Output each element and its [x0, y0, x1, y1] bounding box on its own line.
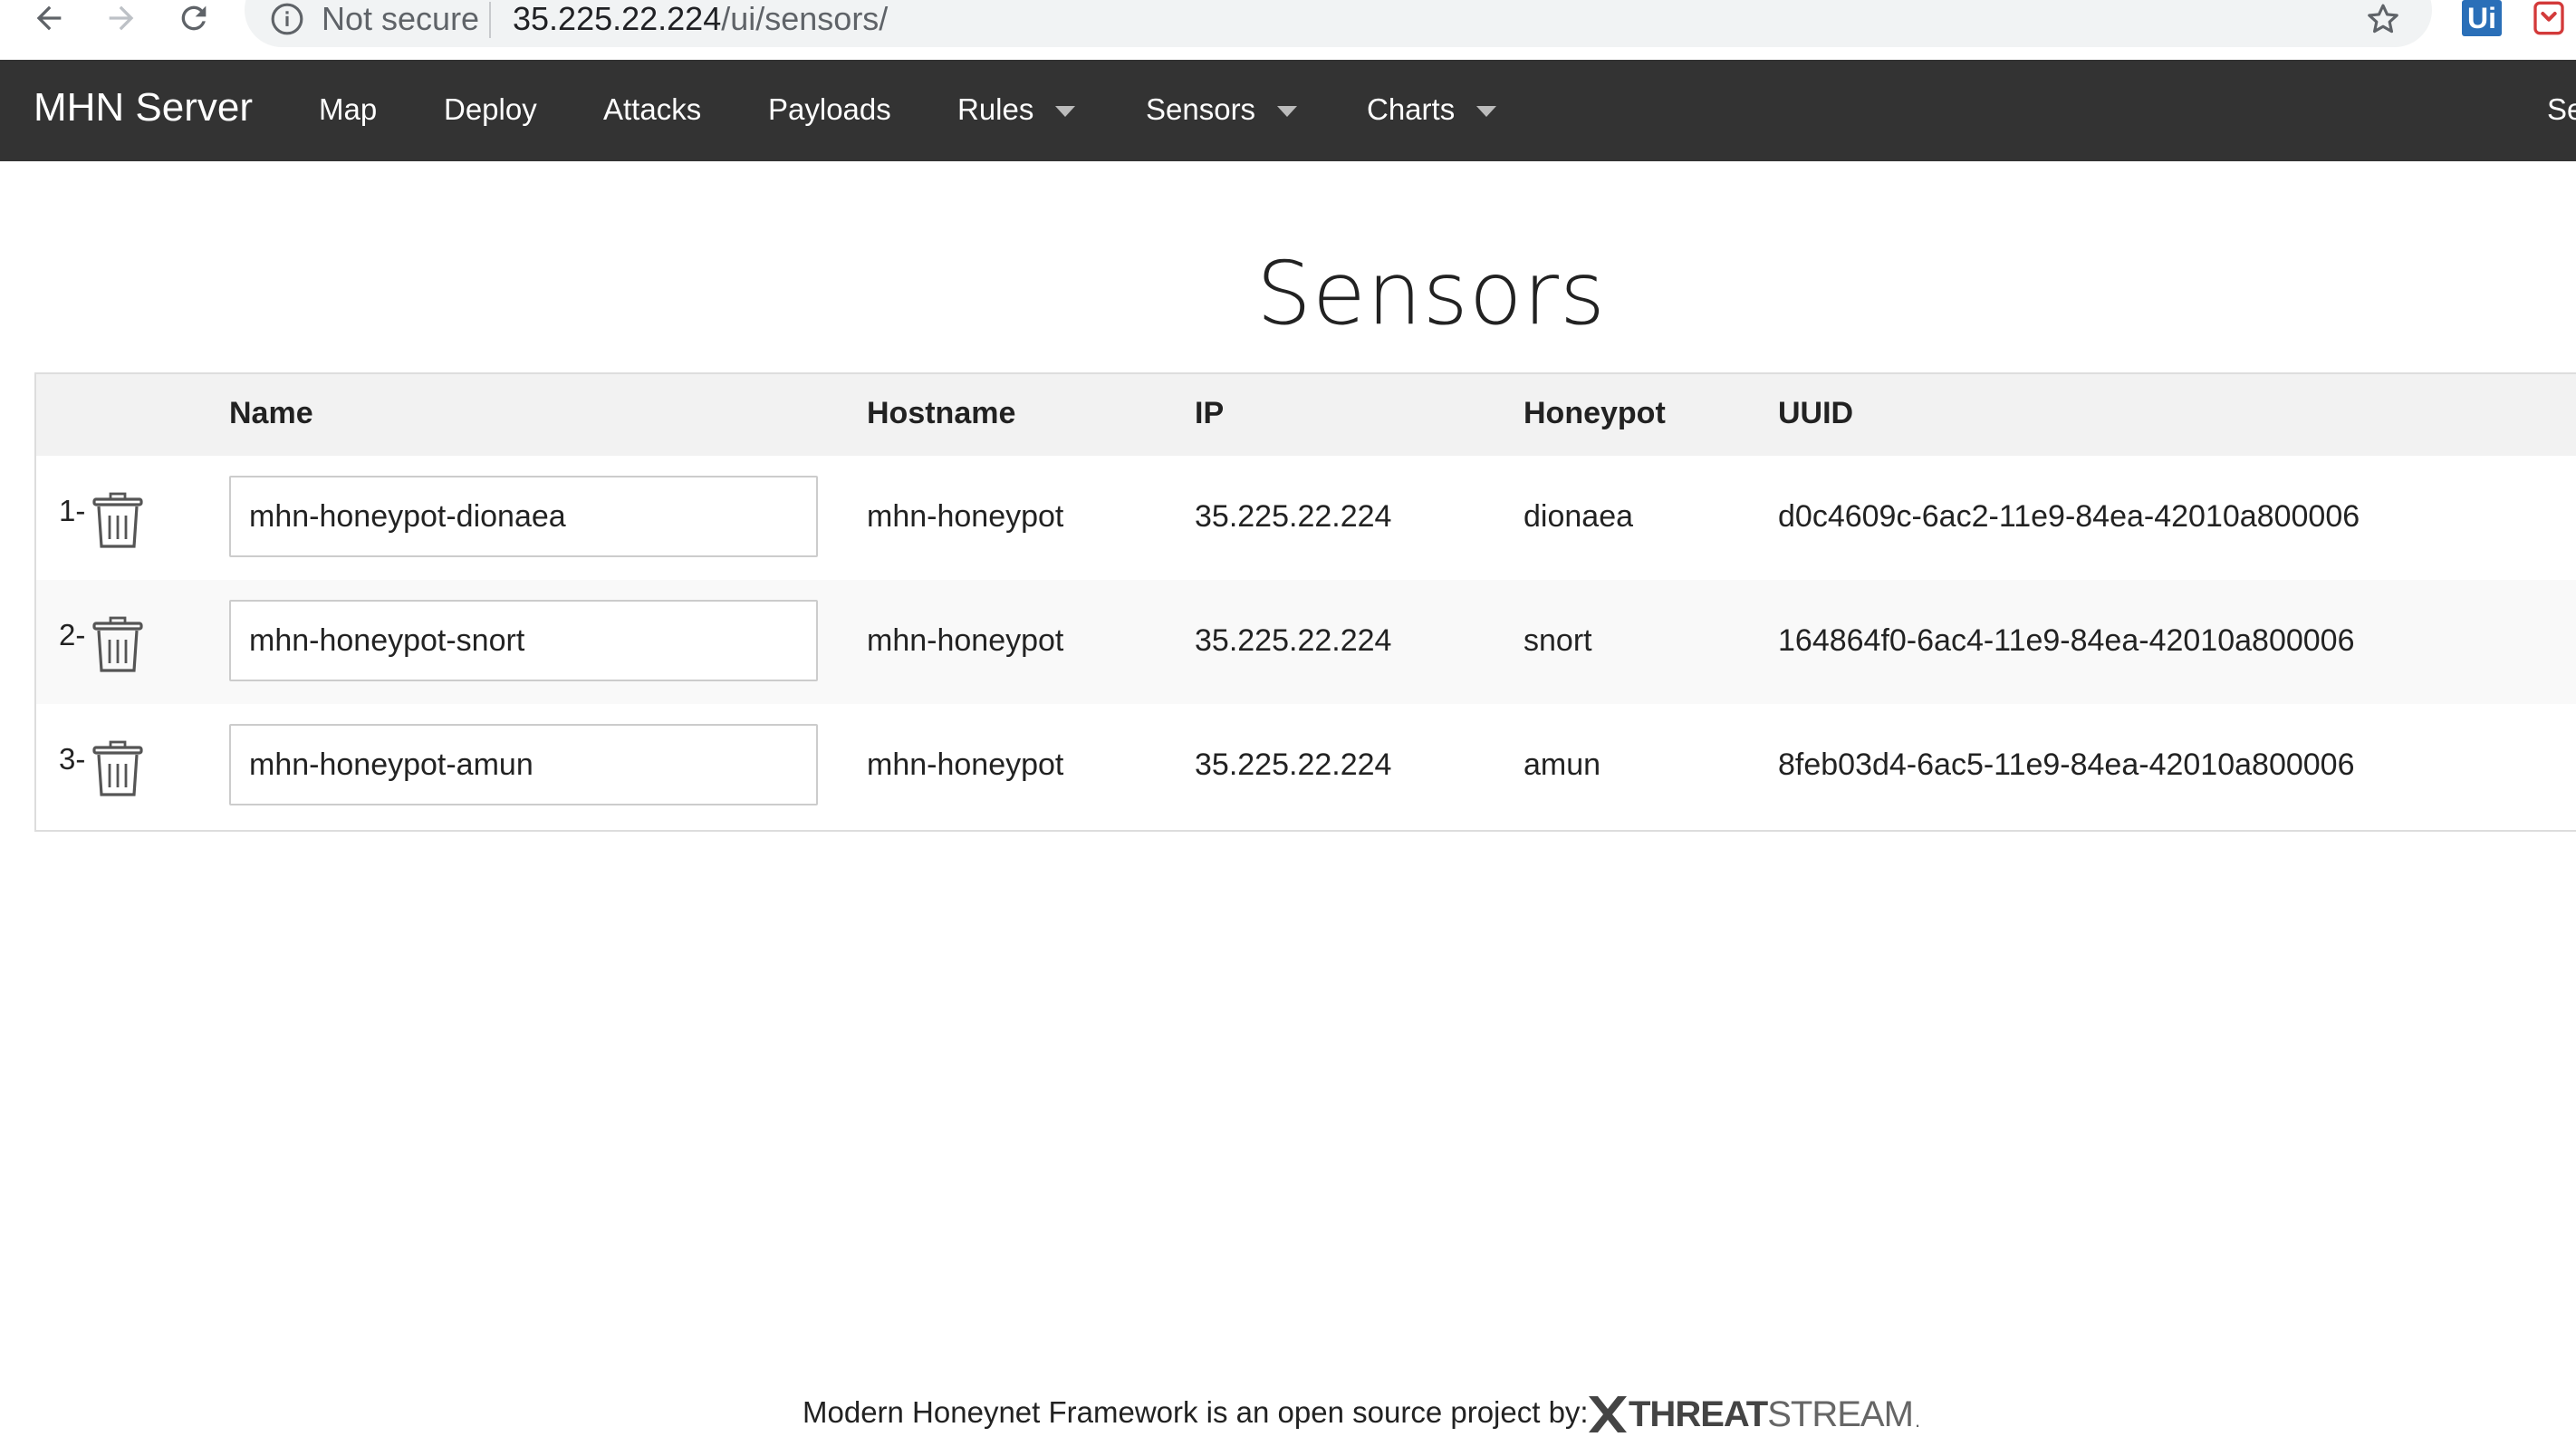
trash-icon[interactable] [92, 740, 143, 796]
address-separator [489, 2, 491, 38]
trash-icon[interactable] [92, 492, 143, 548]
sensor-name-input[interactable] [229, 476, 818, 557]
ip-cell: 35.225.22.224 [1195, 499, 1392, 534]
row-index: 3- [59, 742, 86, 776]
back-button[interactable] [25, 0, 72, 36]
hostname-cell: mhn-honeypot [867, 499, 1064, 534]
url-host: 35.225.22.224 [513, 0, 722, 37]
caret-down-icon [1476, 106, 1497, 117]
arrow-right-icon [109, 5, 134, 31]
logo-dot-text: . [1914, 1409, 1921, 1432]
page-title: Sensors [1255, 243, 1607, 344]
nav-item-label: Payloads [768, 92, 891, 126]
reload-icon [181, 5, 207, 31]
bookmark-star-icon[interactable] [2364, 0, 2402, 38]
column-header-ip: IP [1195, 396, 1225, 430]
nav-item-label: Rules [957, 92, 1034, 126]
trash-icon[interactable] [92, 616, 143, 672]
nav-item-charts[interactable]: Charts [1367, 92, 1497, 127]
reload-button[interactable] [170, 0, 217, 36]
url-text[interactable]: 35.225.22.224/ui/sensors/ [513, 0, 888, 38]
row-index: 2- [59, 618, 86, 651]
nav-item-attacks[interactable]: Attacks [603, 92, 701, 127]
forward-button[interactable] [98, 0, 145, 36]
info-icon[interactable] [270, 2, 304, 36]
pocket-extension-button[interactable] [2529, 0, 2569, 36]
nav-item-label: Attacks [603, 92, 702, 126]
logo-threat-text: THREAT [1629, 1394, 1768, 1434]
caret-down-icon [1277, 106, 1298, 117]
sensor-name-input[interactable] [229, 600, 818, 681]
address-bar[interactable]: Not secure 35.225.22.224/ui/sensors/ [245, 0, 2432, 47]
nav-item-label: Map [319, 92, 378, 126]
pocket-icon [2533, 1, 2564, 35]
browser-toolbar: Not secure 35.225.22.224/ui/sensors/ Ui [0, 0, 2576, 59]
ip-cell: 35.225.22.224 [1195, 623, 1392, 658]
nav-item-truncated[interactable]: Se [2547, 92, 2576, 127]
security-label[interactable]: Not secure [322, 0, 479, 38]
nav-item-deploy[interactable]: Deploy [444, 92, 537, 127]
nav-item-label: Sensors [1146, 92, 1256, 126]
table-row: 1- mhn-honeypot 35.225.22.224 dionaea d0… [36, 456, 2576, 580]
table-header-row: Name Hostname IP Honeypot UUID [36, 374, 2576, 456]
uuid-cell: d0c4609c-6ac2-11e9-84ea-42010a800006 [1778, 499, 2360, 534]
ip-cell: 35.225.22.224 [1195, 747, 1392, 782]
threatstream-logo[interactable]: THREAT STREAM . [1585, 1392, 1920, 1437]
nav-item-sensors[interactable]: Sensors [1146, 92, 1298, 127]
column-header-hostname: Hostname [867, 396, 1016, 430]
sensor-name-input[interactable] [229, 724, 818, 805]
honeypot-cell: dionaea [1523, 499, 1634, 534]
uuid-cell: 8feb03d4-6ac5-11e9-84ea-42010a800006 [1778, 747, 2355, 782]
nav-item-payloads[interactable]: Payloads [768, 92, 891, 127]
hostname-cell: mhn-honeypot [867, 747, 1064, 782]
sensors-table: Name Hostname IP Honeypot UUID 1- mhn-ho… [34, 372, 2576, 832]
honeypot-cell: amun [1523, 747, 1601, 782]
table-row: 3- mhn-honeypot 35.225.22.224 amun 8feb0… [36, 704, 2576, 828]
table-row: 2- mhn-honeypot 35.225.22.224 snort 1648… [36, 580, 2576, 704]
nav-item-label: Charts [1367, 92, 1456, 126]
caret-down-icon [1055, 106, 1076, 117]
column-header-honeypot: Honeypot [1523, 396, 1666, 430]
top-navbar: MHN Server Map Deploy Attacks Payloads R… [0, 60, 2576, 161]
row-index: 1- [59, 494, 86, 527]
url-path: /ui/sensors/ [721, 0, 889, 37]
uuid-cell: 164864f0-6ac4-11e9-84ea-42010a800006 [1778, 623, 2355, 658]
arrow-left-icon [36, 5, 62, 31]
honeypot-cell: snort [1523, 623, 1592, 658]
column-header-uuid: UUID [1778, 396, 1854, 430]
column-header-name: Name [229, 396, 313, 430]
nav-item-label: Deploy [444, 92, 537, 126]
ui-extension-button[interactable]: Ui [2462, 0, 2502, 36]
hostname-cell: mhn-honeypot [867, 623, 1064, 658]
logo-stream-text: STREAM [1767, 1394, 1914, 1434]
nav-item-map[interactable]: Map [319, 92, 377, 127]
footer-text: Modern Honeynet Framework is an open sou… [803, 1395, 1589, 1429]
threatstream-x-icon [1589, 1396, 1627, 1432]
nav-item-rules[interactable]: Rules [957, 92, 1076, 127]
brand-link[interactable]: MHN Server [34, 85, 253, 130]
